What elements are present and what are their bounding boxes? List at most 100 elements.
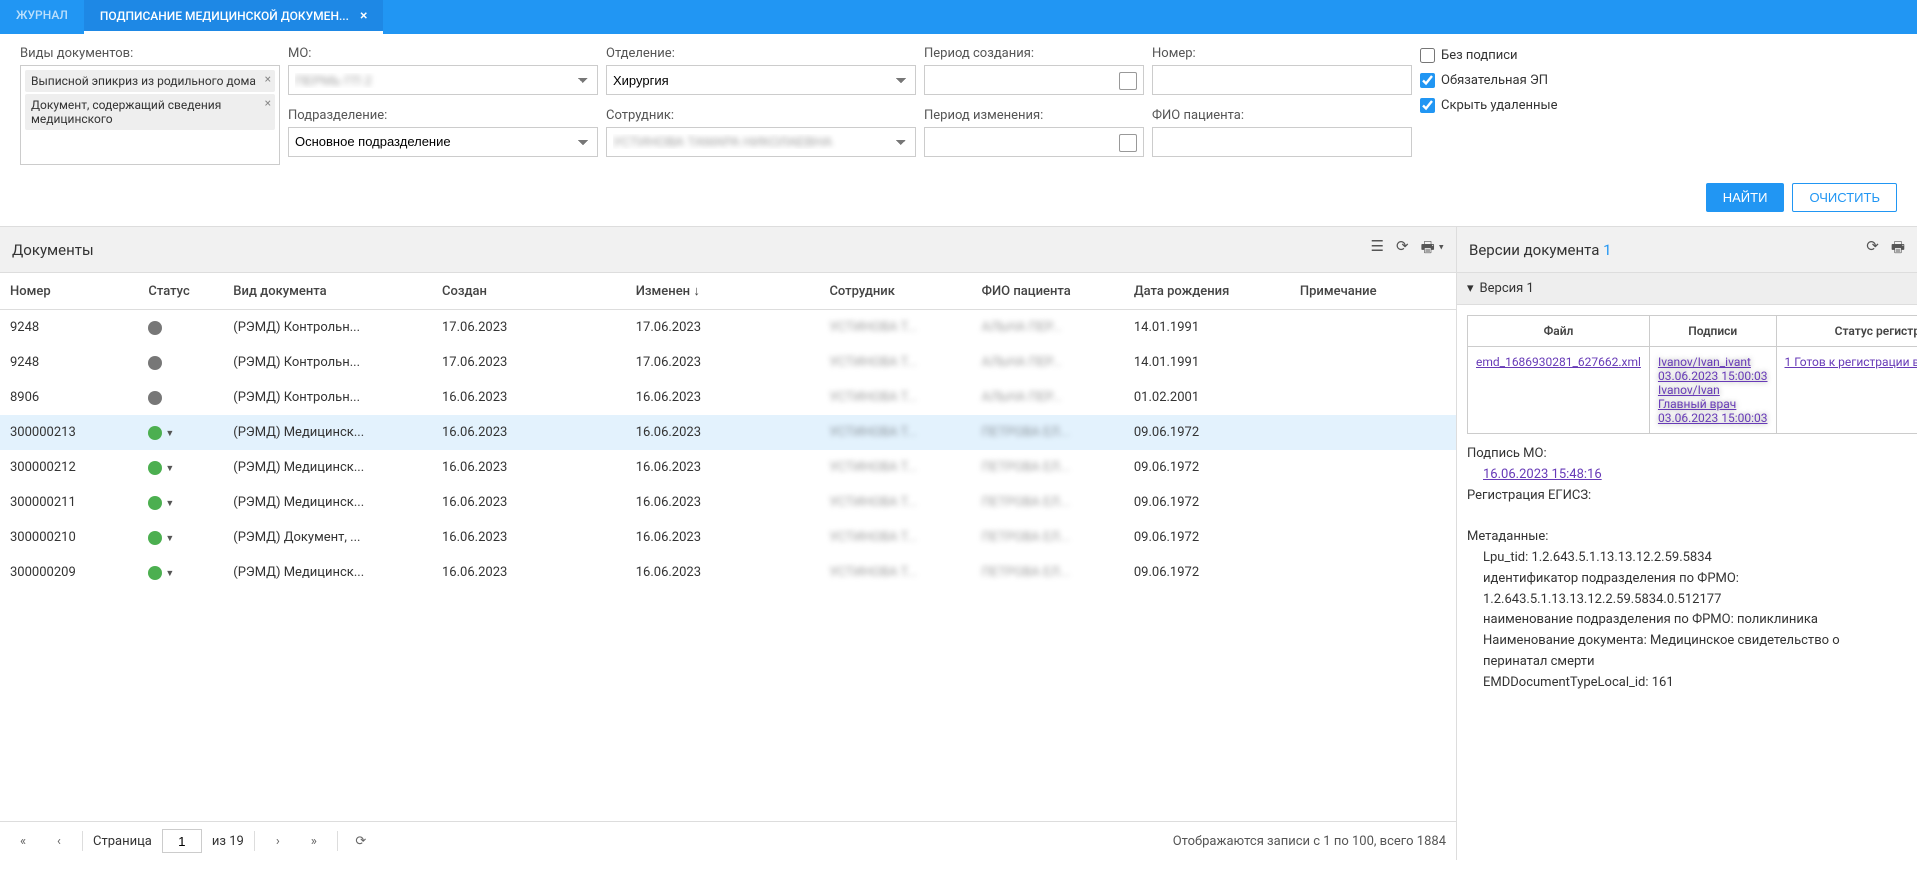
next-page-icon[interactable]: ›: [265, 828, 291, 854]
sign-ts: 03.06.2023 15:00:03: [1658, 411, 1768, 425]
metadata: Подпись МО: 16.06.2023 15:48:16 Регистра…: [1467, 444, 1907, 694]
table-row[interactable]: 300000209▼(РЭМД) Медицинск...16.06.20231…: [0, 555, 1456, 590]
status-icon: [148, 461, 162, 475]
cell-employee: УСТИНОВА Т...: [819, 380, 971, 415]
number-input[interactable]: [1152, 65, 1412, 95]
versions-header: Версии документа 1 ⟳ 🖶: [1457, 227, 1917, 273]
refresh-icon[interactable]: ⟳: [1396, 237, 1409, 262]
print-versions-icon[interactable]: 🖶: [1891, 237, 1905, 262]
vh-file: Файл: [1468, 316, 1650, 347]
table-row[interactable]: 300000213▼(РЭМД) Медицинск...16.06.20231…: [0, 415, 1456, 450]
dept-select[interactable]: Хирургия: [606, 65, 916, 95]
cell-dob: 09.06.1972: [1124, 450, 1290, 485]
sort-desc-icon: ↓: [693, 284, 700, 299]
col-type[interactable]: Вид документа: [223, 273, 432, 310]
cell-type: (РЭМД) Контрольн...: [223, 310, 432, 346]
page-of: из 19: [212, 834, 244, 849]
chevron-down-icon[interactable]: ▼: [165, 464, 174, 474]
cell-type: (РЭМД) Документ, ...: [223, 520, 432, 555]
cell-type: (РЭМД) Медицинск...: [223, 555, 432, 590]
modified-date-input[interactable]: [924, 127, 1144, 157]
remove-icon[interactable]: ×: [265, 72, 271, 86]
cell-num: 9248: [0, 310, 138, 346]
col-created[interactable]: Создан: [432, 273, 626, 310]
table-row[interactable]: 300000212▼(РЭМД) Медицинск...16.06.20231…: [0, 450, 1456, 485]
cell-dob: 09.06.1972: [1124, 415, 1290, 450]
print-icon[interactable]: 🖶 ▾: [1421, 237, 1444, 262]
cell-created: 16.06.2023: [432, 485, 626, 520]
mo-select[interactable]: ПЕРМЬ ГП 2: [288, 65, 598, 95]
doc-types-select[interactable]: Выписной эпикриз из родильного дома× Док…: [20, 65, 280, 165]
table-row[interactable]: 8906(РЭМД) Контрольн...16.06.202316.06.2…: [0, 380, 1456, 415]
cell-patient: АЛЬНА ПЕР...: [972, 380, 1124, 415]
cell-note: [1290, 310, 1456, 346]
documents-grid: Номер Статус Вид документа Создан Измене…: [0, 273, 1456, 821]
cell-modified: 16.06.2023: [626, 450, 820, 485]
table-row[interactable]: 9248(РЭМД) Контрольн...17.06.202317.06.2…: [0, 345, 1456, 380]
tab-signing[interactable]: ПОДПИСАНИЕ МЕДИЦИНСКОЙ ДОКУМЕН... ×: [84, 0, 384, 34]
mo-sign-ts-link[interactable]: 16.06.2023 15:48:16: [1483, 467, 1602, 482]
clear-button[interactable]: ОЧИСТИТЬ: [1792, 183, 1897, 212]
table-row[interactable]: 9248(РЭМД) Контрольн...17.06.202317.06.2…: [0, 310, 1456, 346]
table-row[interactable]: 300000211▼(РЭМД) Медицинск...16.06.20231…: [0, 485, 1456, 520]
employee-select[interactable]: УСТИНОВА ТАМАРА НИКОЛАЕВНА: [606, 127, 916, 157]
subdiv-select[interactable]: Основное подразделение: [288, 127, 598, 157]
refresh-pager-icon[interactable]: ⟳: [348, 828, 374, 854]
chk-mandatory[interactable]: Обязательная ЭП: [1420, 73, 1620, 88]
col-status[interactable]: Статус: [138, 273, 223, 310]
patient-input[interactable]: [1152, 127, 1412, 157]
prev-page-icon[interactable]: ‹: [46, 828, 72, 854]
cell-dob: 14.01.1991: [1124, 345, 1290, 380]
filter-panel: Виды документов: Выписной эпикриз из род…: [0, 34, 1917, 173]
cell-patient: АЛЬНА ПЕР...: [972, 310, 1124, 346]
chk-hide-deleted[interactable]: Скрыть удаленные: [1420, 98, 1620, 113]
cell-patient: ПЕТРОВА ЕЛ...: [972, 555, 1124, 590]
created-date-input[interactable]: [924, 65, 1144, 95]
table-row[interactable]: 300000210▼(РЭМД) Документ, ...16.06.2023…: [0, 520, 1456, 555]
reg-status-link[interactable]: 1 Готов к регистрации в РЭМД ЕГИСЗ: [1785, 355, 1917, 369]
chevron-down-icon[interactable]: ▼: [165, 534, 174, 544]
status-icon: [148, 356, 162, 370]
first-page-icon[interactable]: «: [10, 828, 36, 854]
tab-bar: ЖУРНАЛ ПОДПИСАНИЕ МЕДИЦИНСКОЙ ДОКУМЕН...…: [0, 0, 1917, 34]
cell-patient: ПЕТРОВА ЕЛ...: [972, 520, 1124, 555]
chk-nosign[interactable]: Без подписи: [1420, 48, 1620, 63]
page-input[interactable]: [162, 829, 202, 853]
cell-patient: ПЕТРОВА ЕЛ...: [972, 450, 1124, 485]
cell-employee: УСТИНОВА Т...: [819, 310, 971, 346]
cell-num: 300000212: [0, 450, 138, 485]
chevron-down-icon[interactable]: ▼: [165, 569, 174, 579]
file-link[interactable]: emd_1686930281_627662.xml: [1476, 355, 1641, 369]
col-employee[interactable]: Сотрудник: [819, 273, 971, 310]
col-patient[interactable]: ФИО пациента: [972, 273, 1124, 310]
chevron-down-icon[interactable]: ▼: [165, 499, 174, 509]
documents-title: Документы: [12, 241, 94, 259]
sign-link[interactable]: Ivanov/Ivan: [1658, 383, 1768, 397]
col-modified[interactable]: Изменен ↓: [626, 273, 820, 310]
sign-link[interactable]: Ivanov/Ivan_ivant: [1658, 355, 1768, 369]
col-dob[interactable]: Дата рождения: [1124, 273, 1290, 310]
cell-modified: 17.06.2023: [626, 345, 820, 380]
number-label: Номер:: [1152, 46, 1412, 61]
sign-role: Главный врач: [1658, 397, 1768, 411]
remove-icon[interactable]: ×: [265, 96, 271, 110]
doc-types-label: Виды документов:: [20, 46, 280, 61]
chevron-down-icon[interactable]: ▼: [165, 429, 174, 439]
sign-icon[interactable]: ☰: [1371, 237, 1384, 262]
created-label: Период создания:: [924, 46, 1144, 61]
refresh-versions-icon[interactable]: ⟳: [1866, 237, 1879, 262]
find-button[interactable]: НАЙТИ: [1706, 183, 1785, 212]
last-page-icon[interactable]: »: [301, 828, 327, 854]
col-number[interactable]: Номер: [0, 273, 138, 310]
version-accordion-header[interactable]: ▾ Версия 1: [1457, 273, 1917, 305]
col-note[interactable]: Примечание: [1290, 273, 1456, 310]
cell-patient: ПЕТРОВА ЕЛ...: [972, 485, 1124, 520]
close-icon[interactable]: ×: [360, 8, 367, 24]
cell-created: 16.06.2023: [432, 380, 626, 415]
cell-status: [138, 345, 223, 380]
tab-journal[interactable]: ЖУРНАЛ: [0, 0, 84, 34]
cell-num: 9248: [0, 345, 138, 380]
vh-sign: Подписи: [1649, 316, 1776, 347]
cell-employee: УСТИНОВА Т...: [819, 555, 971, 590]
cell-employee: УСТИНОВА Т...: [819, 450, 971, 485]
